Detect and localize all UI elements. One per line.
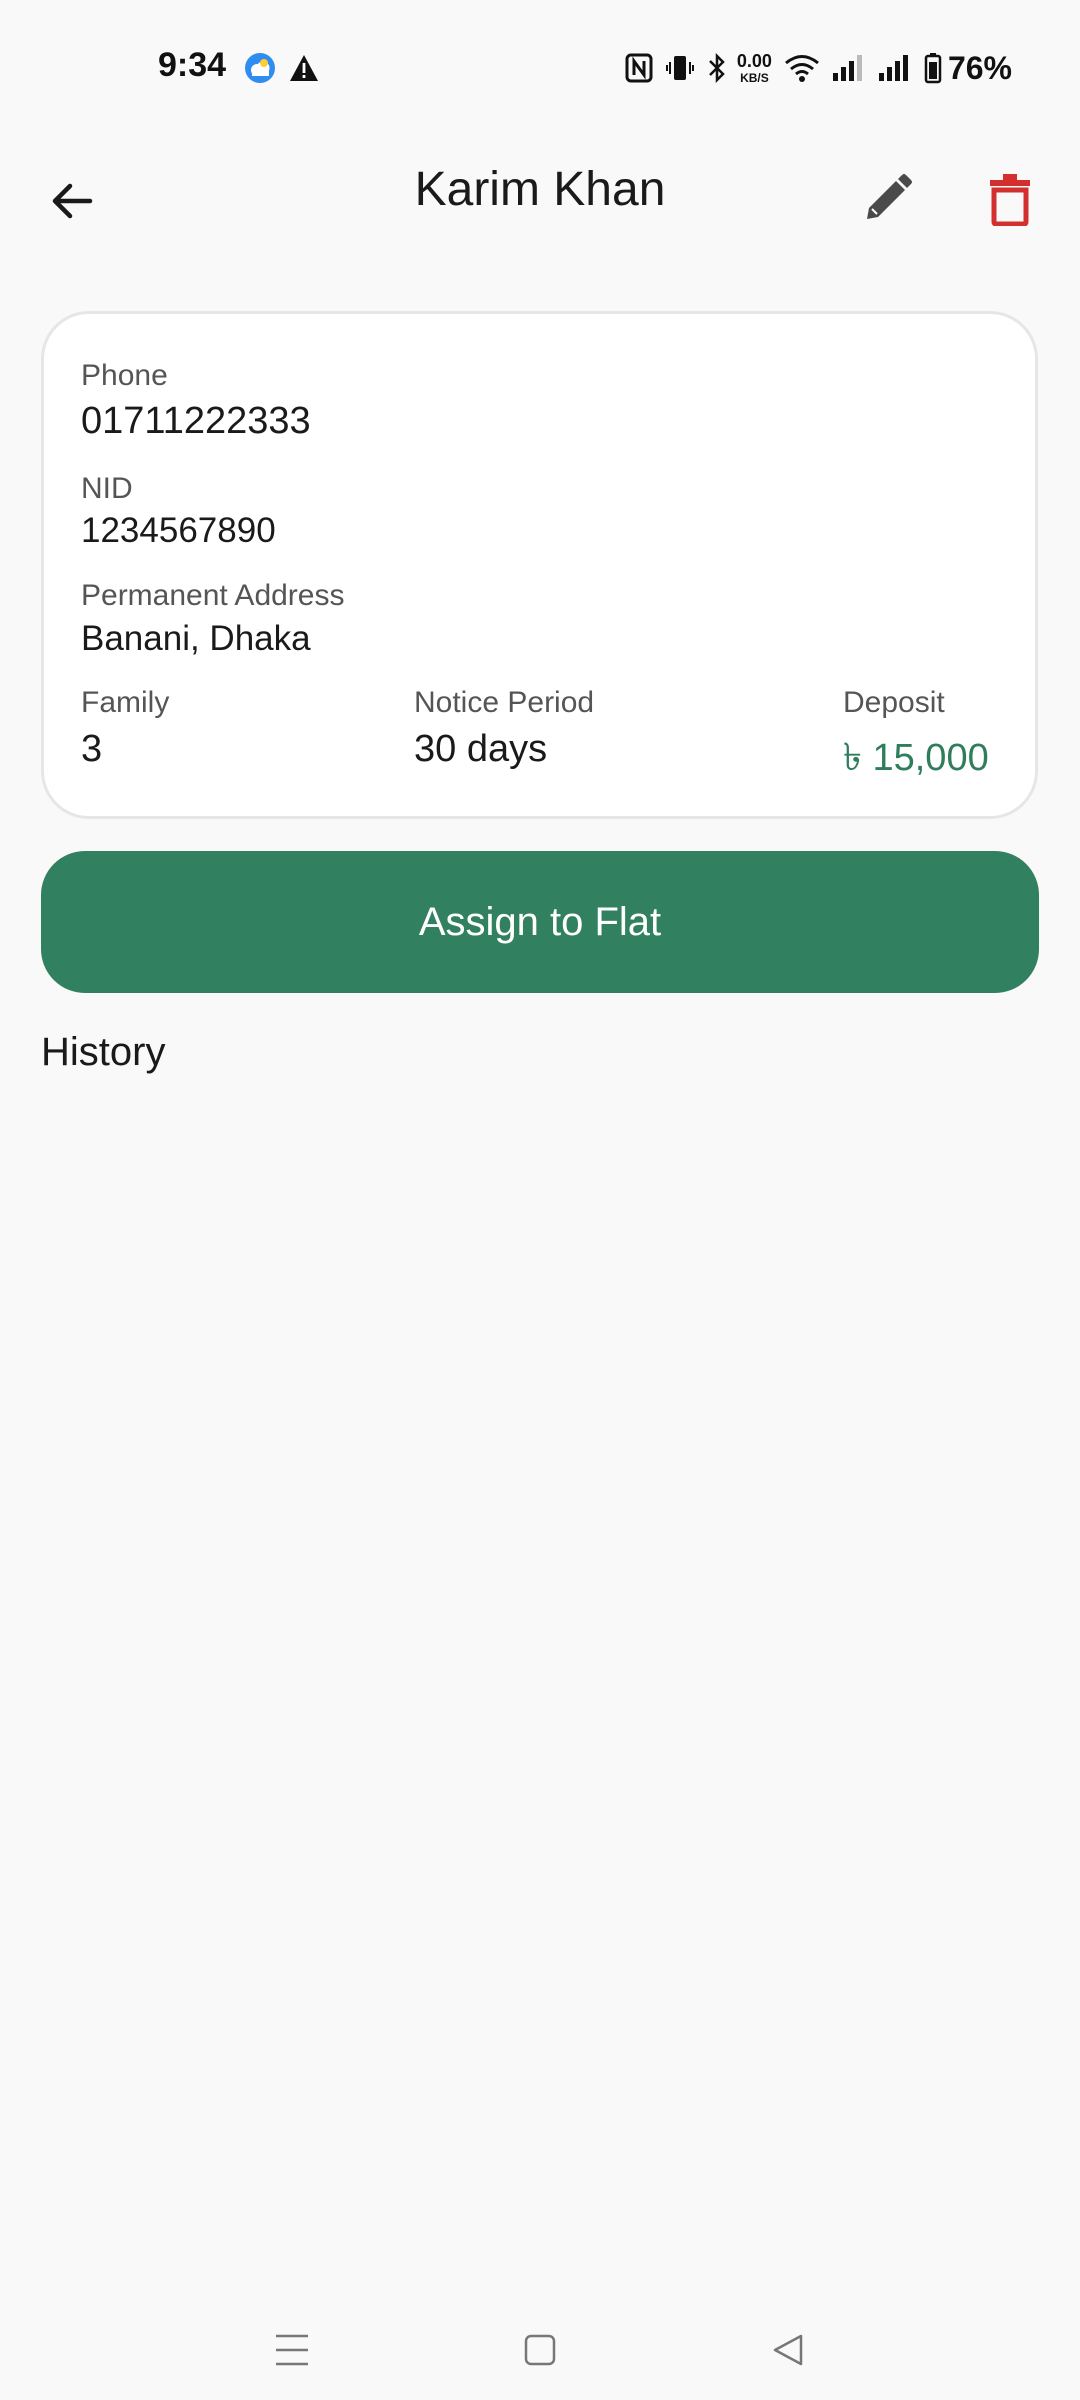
notice-period-label: Notice Period bbox=[414, 686, 595, 719]
delete-icon bbox=[990, 174, 1030, 226]
nav-back-button[interactable] bbox=[758, 2320, 818, 2380]
assign-to-flat-button[interactable]: Assign to Flat bbox=[41, 851, 1039, 993]
nfc-icon bbox=[625, 53, 653, 83]
deposit-label: Deposit bbox=[843, 686, 945, 719]
status-time: 9:34 bbox=[158, 46, 227, 84]
deposit-value: ৳ 15,000 bbox=[843, 737, 989, 779]
phone-value: 01711222333 bbox=[81, 400, 311, 442]
vibrate-icon bbox=[665, 56, 694, 80]
notice-period-value: 30 days bbox=[414, 728, 548, 770]
edit-icon bbox=[867, 174, 912, 219]
home-icon bbox=[524, 2334, 556, 2366]
battery-percent: 76% bbox=[947, 49, 1012, 86]
back-triangle-icon bbox=[773, 2334, 803, 2366]
family-value: 3 bbox=[81, 728, 103, 770]
signal-icon bbox=[832, 55, 862, 81]
weather-icon bbox=[245, 53, 275, 83]
app-bar: Karim Khan bbox=[0, 140, 1080, 280]
warning-icon bbox=[290, 55, 318, 81]
signal-icon-2 bbox=[878, 55, 908, 81]
address-value: Banani, Dhaka bbox=[81, 619, 311, 658]
address-label: Permanent Address bbox=[81, 579, 345, 612]
delete-button[interactable] bbox=[973, 162, 1047, 236]
status-icons: 0.00 KB/S 76% bbox=[613, 48, 1012, 88]
status-bar: 9:34 0.00 KB/S 76% bbox=[0, 0, 1080, 140]
bluetooth-icon bbox=[709, 52, 725, 84]
wifi-icon bbox=[785, 55, 819, 82]
navigation-bar bbox=[0, 2300, 1080, 2400]
nid-label: NID bbox=[81, 472, 133, 505]
battery-icon bbox=[924, 53, 942, 84]
family-label: Family bbox=[81, 686, 170, 719]
recent-apps-button[interactable] bbox=[262, 2320, 322, 2380]
tenant-detail-screen: 9:34 0.00 KB/S 76% Karim Khan Phone 0171… bbox=[0, 0, 1080, 2400]
network-speed-unit: KB/S bbox=[740, 71, 769, 85]
history-heading: History bbox=[41, 1030, 166, 1074]
network-speed: 0.00 KB/S bbox=[737, 52, 772, 84]
menu-icon bbox=[276, 2334, 308, 2366]
nid-value: 1234567890 bbox=[81, 511, 276, 550]
network-speed-value: 0.00 bbox=[736, 51, 772, 71]
tenant-info-card: Phone 01711222333 NID 1234567890 Permane… bbox=[41, 311, 1038, 819]
home-button[interactable] bbox=[510, 2320, 570, 2380]
phone-label: Phone bbox=[81, 359, 168, 392]
edit-button[interactable] bbox=[850, 162, 924, 236]
